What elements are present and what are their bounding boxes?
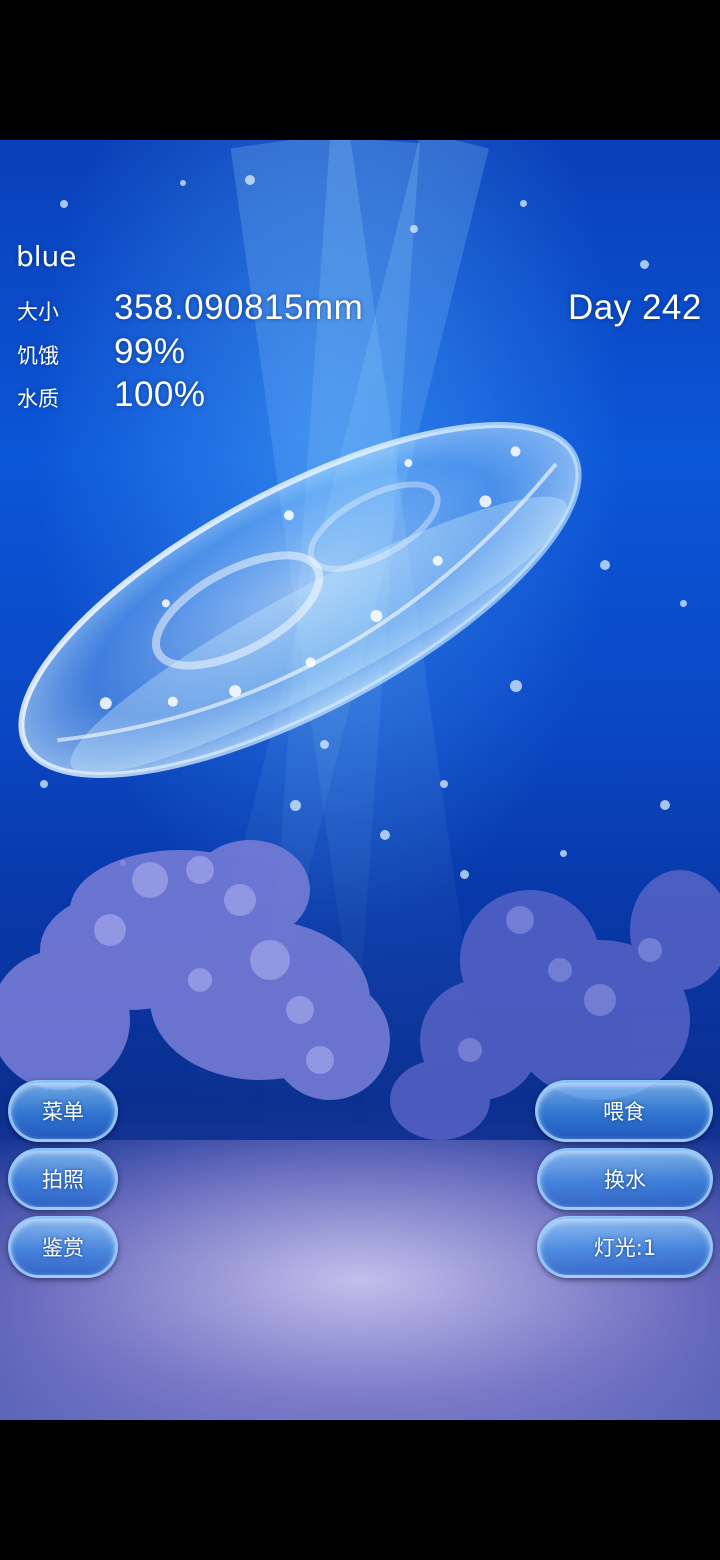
size-label: 大小: [17, 300, 59, 324]
photo-button[interactable]: 拍照: [8, 1148, 118, 1210]
change-water-button[interactable]: 换水: [537, 1148, 713, 1210]
water-quality-label: 水质: [17, 387, 59, 411]
bubble: [60, 200, 68, 208]
hunger-value: 99%: [114, 332, 186, 371]
feed-button[interactable]: 喂食: [535, 1080, 713, 1142]
bubble: [180, 180, 186, 186]
appreciate-button[interactable]: 鉴赏: [8, 1216, 118, 1278]
jellyfish-name: blue: [16, 240, 77, 273]
menu-button[interactable]: 菜单: [8, 1080, 118, 1142]
bubble: [520, 200, 527, 207]
light-button[interactable]: 灯光:1: [537, 1216, 713, 1278]
hunger-label: 饥饿: [17, 344, 59, 368]
bubble: [640, 260, 649, 269]
jellyfish[interactable]: [0, 280, 720, 880]
bubble: [410, 225, 418, 233]
bubble: [245, 175, 255, 185]
day-counter: Day 242: [568, 288, 702, 327]
app-screen: blue 大小 358.090815mm Day 242 饥饿 99% 水质 1…: [0, 0, 720, 1560]
top-black-bar: [0, 0, 720, 140]
size-value: 358.090815mm: [114, 288, 364, 327]
water-quality-value: 100%: [114, 375, 206, 414]
bottom-black-bar: [0, 1420, 720, 1560]
